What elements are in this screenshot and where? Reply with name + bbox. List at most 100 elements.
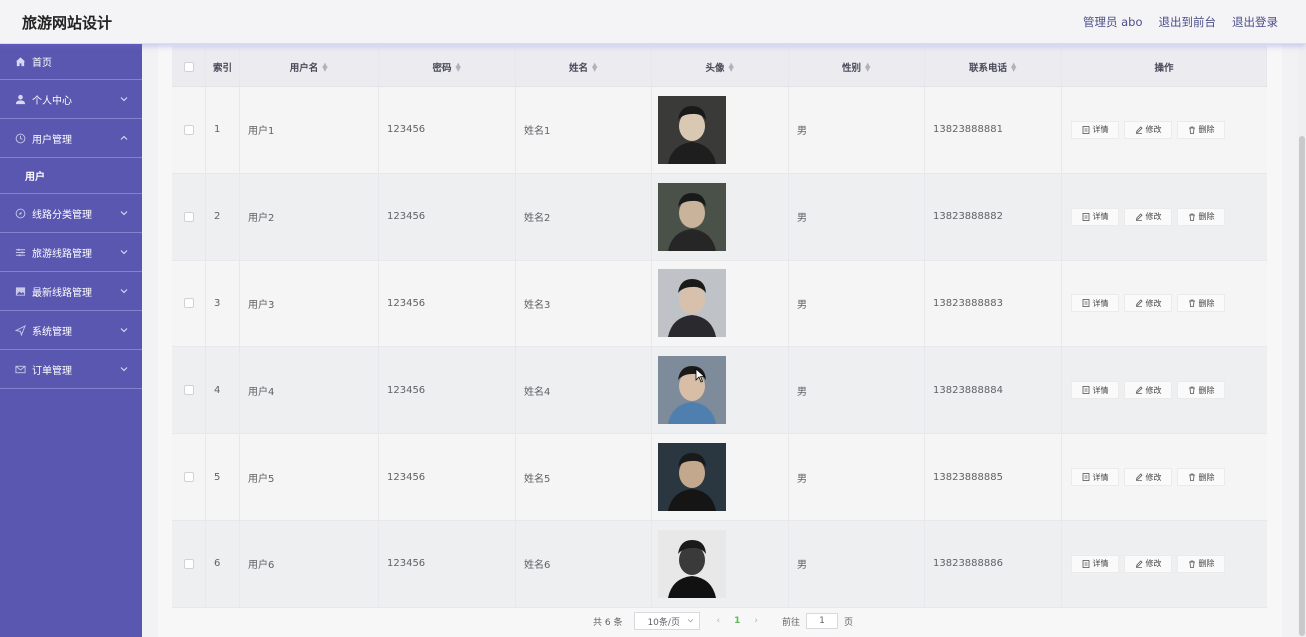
delete-button[interactable]: 删除	[1177, 468, 1225, 487]
col-avatar[interactable]: 头像 ▲ ▼	[652, 47, 789, 86]
home-icon	[15, 56, 26, 67]
cell-username: 用户4	[240, 347, 379, 434]
edit-button[interactable]: 修改	[1124, 554, 1172, 573]
detail-button[interactable]: 详情	[1071, 207, 1119, 226]
delete-button[interactable]: 删除	[1177, 207, 1225, 226]
sidebar-item-user-management[interactable]: 用户管理	[0, 119, 142, 158]
row-select[interactable]	[172, 173, 206, 260]
detail-button[interactable]: 详情	[1071, 381, 1119, 400]
delete-button[interactable]: 删除	[1177, 381, 1225, 400]
compass-icon	[15, 208, 26, 219]
sidebar-item-home[interactable]: 首页	[0, 44, 142, 80]
avatar[interactable]	[658, 356, 726, 425]
detail-button[interactable]: 详情	[1071, 120, 1119, 139]
trash-icon	[1188, 473, 1195, 481]
delete-label: 删除	[1198, 472, 1215, 482]
sidebar-item-label: 旅游线路管理	[32, 248, 92, 260]
row-select[interactable]	[172, 520, 206, 607]
delete-button[interactable]: 删除	[1177, 294, 1225, 313]
cell-index: 1	[206, 87, 240, 173]
page-jump: 前往 1 页	[782, 613, 853, 629]
row-select[interactable]	[172, 87, 206, 173]
exit-to-front-link[interactable]: 退出到前台	[1159, 14, 1217, 30]
sidebar-item-orders[interactable]: 订单管理	[0, 350, 142, 389]
avatar[interactable]	[658, 269, 726, 338]
delete-button[interactable]: 删除	[1177, 554, 1225, 573]
checkbox[interactable]	[183, 558, 194, 569]
edit-button[interactable]: 修改	[1124, 468, 1172, 487]
edit-label: 修改	[1145, 125, 1162, 135]
detail-button[interactable]: 详情	[1071, 554, 1119, 573]
cell-avatar	[652, 434, 789, 520]
checkbox[interactable]	[183, 385, 194, 396]
sort-icon[interactable]: ▲ ▼	[592, 61, 598, 72]
sidebar-item-latest-route[interactable]: 最新线路管理	[0, 272, 142, 311]
col-password[interactable]: 密码 ▲ ▼	[379, 47, 516, 86]
cell-username: 用户2	[240, 173, 379, 260]
cell-actions: 详情 修改 删除	[1062, 521, 1267, 607]
sort-icon[interactable]: ▲ ▼	[1011, 61, 1017, 72]
sort-icon[interactable]: ▲ ▼	[865, 61, 871, 72]
sidebar-subitem-user[interactable]: 用户	[0, 158, 142, 194]
cell-phone: 13823888883	[925, 260, 1062, 347]
row-select[interactable]	[172, 347, 206, 434]
prev-page-icon[interactable]: ‹	[716, 616, 720, 626]
col-gender[interactable]: 性别 ▲ ▼	[789, 47, 925, 86]
col-username[interactable]: 用户名 ▲ ▼	[240, 47, 379, 86]
cell-actions: 详情 修改 删除	[1062, 347, 1267, 433]
cell-avatar	[652, 87, 789, 173]
admin-label: 管理员 abo	[1082, 15, 1143, 29]
sort-icon[interactable]: ▲ ▼	[456, 61, 462, 72]
edit-button[interactable]: 修改	[1124, 207, 1172, 226]
avatar[interactable]	[658, 529, 726, 598]
checkbox[interactable]	[183, 211, 194, 222]
scrollbar-thumb[interactable]	[1299, 136, 1305, 636]
cell-gender: 男	[789, 520, 925, 607]
detail-label: 详情	[1092, 212, 1109, 222]
cell-username: 用户5	[240, 434, 379, 520]
sidebar-item-travel-route[interactable]: 旅游线路管理	[0, 233, 142, 272]
edit-button[interactable]: 修改	[1124, 120, 1172, 139]
trash-icon	[1188, 213, 1195, 221]
edit-icon	[1135, 299, 1143, 308]
col-actions-label: 操作	[1154, 62, 1174, 74]
edit-button[interactable]: 修改	[1124, 381, 1172, 400]
delete-label: 删除	[1198, 385, 1215, 395]
avatar[interactable]	[658, 95, 726, 164]
checkbox[interactable]	[183, 61, 194, 72]
row-select[interactable]	[172, 260, 206, 347]
checkbox[interactable]	[183, 472, 194, 483]
checkbox[interactable]	[183, 298, 194, 309]
cell-gender: 男	[789, 173, 925, 260]
sidebar-item-label: 用户	[25, 172, 45, 183]
detail-button[interactable]: 详情	[1071, 468, 1119, 487]
page-size-select[interactable]: 10条/页	[634, 612, 701, 630]
document-icon	[1082, 212, 1089, 221]
row-select[interactable]	[172, 434, 206, 520]
edit-button[interactable]: 修改	[1124, 294, 1172, 313]
cell-password: 123456	[379, 173, 516, 260]
col-name[interactable]: 姓名 ▲ ▼	[516, 47, 652, 86]
cell-actions: 详情 修改 删除	[1062, 261, 1267, 347]
vertical-scrollbar[interactable]	[1298, 44, 1306, 637]
current-page[interactable]: 1	[734, 616, 740, 626]
sort-icon[interactable]: ▲ ▼	[729, 61, 735, 72]
goto-page-input[interactable]: 1	[805, 613, 838, 629]
cell-password: 123456	[379, 520, 516, 607]
checkbox[interactable]	[183, 124, 194, 135]
sidebar-item-route-category[interactable]: 线路分类管理	[0, 194, 142, 233]
detail-button[interactable]: 详情	[1071, 294, 1119, 313]
select-all-checkbox[interactable]	[172, 47, 206, 86]
delete-button[interactable]: 删除	[1177, 120, 1225, 139]
sidebar-item-system[interactable]: 系统管理	[0, 311, 142, 350]
avatar[interactable]	[658, 182, 726, 251]
col-phone[interactable]: 联系电话 ▲ ▼	[925, 47, 1062, 86]
sort-icon[interactable]: ▲ ▼	[322, 61, 328, 72]
col-name-label: 姓名	[568, 62, 588, 74]
avatar[interactable]	[658, 443, 726, 512]
col-username-label: 用户名	[289, 62, 319, 74]
logout-link[interactable]: 退出登录	[1232, 14, 1278, 30]
next-page-icon[interactable]: ›	[754, 616, 758, 626]
edit-icon	[1135, 126, 1143, 134]
sidebar-item-profile[interactable]: 个人中心	[0, 80, 142, 119]
